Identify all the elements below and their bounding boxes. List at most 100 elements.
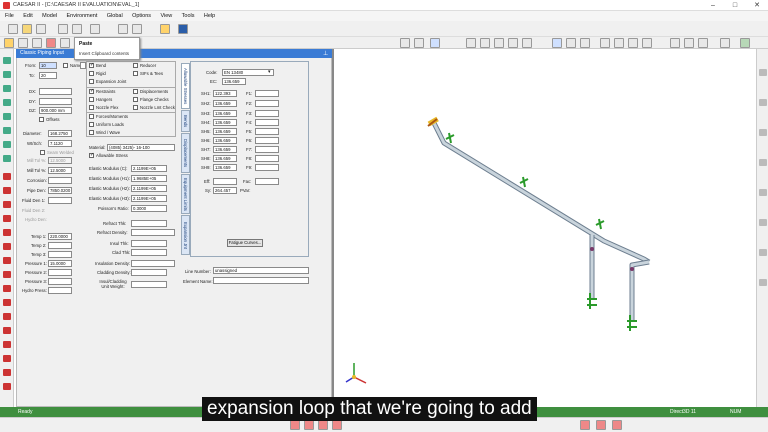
zoom-in-icon[interactable]	[466, 38, 476, 48]
forces-moments-checkbox[interactable]	[89, 114, 94, 119]
f3-input[interactable]	[255, 110, 279, 117]
restraint-marker[interactable]	[445, 132, 455, 144]
reducer-icon[interactable]	[3, 327, 11, 334]
rigid-icon[interactable]	[3, 383, 11, 390]
pipe-den-input[interactable]: 7850.0200	[48, 187, 72, 194]
node-marker[interactable]	[590, 247, 594, 251]
invert-icon[interactable]	[3, 113, 11, 120]
legend-icon[interactable]	[759, 99, 767, 106]
print-image-icon[interactable]	[596, 420, 606, 430]
expansion-joint-icon[interactable]	[3, 369, 11, 376]
fatigue-curves-button[interactable]: Fatigue Curves...	[227, 239, 263, 247]
duplicate-icon[interactable]	[3, 71, 11, 78]
valve-insert-icon[interactable]	[3, 355, 11, 362]
select-pointer-icon[interactable]	[552, 38, 562, 48]
material-select[interactable]: (4085) 3425)- 16-100	[107, 144, 175, 151]
f7-input[interactable]	[255, 146, 279, 153]
break-icon[interactable]	[4, 38, 14, 48]
menu-view[interactable]: View	[157, 11, 175, 21]
temp-2-input[interactable]	[48, 242, 72, 249]
copy-icon[interactable]	[58, 24, 68, 34]
fluid-den-1-input[interactable]	[48, 197, 72, 204]
sif-icon[interactable]	[3, 299, 11, 306]
wind-icon[interactable]	[3, 285, 11, 292]
menu-help[interactable]: Help	[201, 11, 218, 21]
close-button[interactable]: ✕	[746, 0, 768, 11]
seam-welded-checkbox[interactable]	[40, 150, 45, 155]
insul-cladding-weight-input[interactable]	[131, 281, 167, 288]
hangers-checkbox[interactable]	[89, 97, 94, 102]
menu-global[interactable]: Global	[104, 11, 126, 21]
ec-input[interactable]: 136.659	[222, 78, 246, 85]
temp-1-input[interactable]: 220.0000	[48, 233, 72, 240]
check-icon[interactable]	[46, 38, 56, 48]
options-icon[interactable]	[612, 420, 622, 430]
node-marker[interactable]	[630, 267, 634, 271]
zoom-window-icon[interactable]	[494, 38, 504, 48]
nozzle-lmt-check-checkbox[interactable]	[133, 105, 138, 110]
flange-icon[interactable]	[3, 313, 11, 320]
flange-checks-checkbox[interactable]	[133, 97, 138, 102]
sy-input[interactable]: 264.457	[213, 187, 237, 194]
tab-displacements[interactable]: Displacements	[181, 133, 190, 173]
move-icon[interactable]	[3, 57, 11, 64]
node-numbers-icon[interactable]	[759, 129, 767, 136]
batch-run-icon[interactable]	[160, 24, 170, 34]
valve-icon[interactable]	[18, 38, 28, 48]
limit-stop-icon[interactable]	[3, 201, 11, 208]
f2-input[interactable]	[255, 100, 279, 107]
menu-options[interactable]: Options	[129, 11, 154, 21]
f4-input[interactable]	[255, 119, 279, 126]
menu-environment[interactable]: Environment	[64, 11, 101, 21]
hydro-press-input[interactable]	[48, 287, 72, 294]
temp-3-input[interactable]	[48, 251, 72, 258]
list-icon[interactable]	[32, 38, 42, 48]
restraints-icon[interactable]	[759, 219, 767, 226]
top-view-icon[interactable]	[628, 38, 638, 48]
zoom-extents-icon[interactable]	[508, 38, 518, 48]
displacements-checkbox[interactable]	[133, 89, 138, 94]
anchor-icon[interactable]	[3, 173, 11, 180]
line-view-icon[interactable]	[670, 38, 680, 48]
element-name-input[interactable]	[213, 277, 309, 284]
eff-input[interactable]	[213, 178, 237, 185]
bend-icon[interactable]	[3, 341, 11, 348]
sh8-input[interactable]: 136.659	[213, 155, 237, 162]
f8-input[interactable]	[255, 155, 279, 162]
refract-thk-input[interactable]	[131, 220, 167, 227]
iso-view-icon[interactable]	[642, 38, 652, 48]
tab-allowable-stresses[interactable]: Allowable Stresses	[181, 63, 190, 109]
sh4-input[interactable]: 136.659	[213, 119, 237, 126]
to-input[interactable]: 20	[39, 72, 57, 79]
restraints-checkbox[interactable]	[89, 88, 94, 94]
elastic-h3-input[interactable]: 2.1199E+05	[131, 195, 167, 202]
shaded-view-icon[interactable]	[720, 38, 730, 48]
restraint-marker[interactable]	[519, 176, 529, 188]
rotate-icon[interactable]	[400, 38, 410, 48]
sh6-input[interactable]: 136.659	[213, 137, 237, 144]
pin-icon[interactable]: ⊥	[323, 50, 330, 57]
zoom-out-icon[interactable]	[480, 38, 490, 48]
wind-wave-checkbox[interactable]	[89, 130, 94, 135]
sh5-input[interactable]: 136.659	[213, 128, 237, 135]
save-icon[interactable]	[36, 24, 46, 34]
cladding-density-input[interactable]	[131, 269, 167, 276]
clad-thk-input[interactable]	[131, 249, 167, 256]
zoom-select-icon[interactable]	[522, 38, 532, 48]
pan-icon[interactable]	[414, 38, 424, 48]
code-select[interactable]: EN 13480	[222, 69, 274, 76]
elastic-h1-input[interactable]: 1.9685E+05	[131, 175, 167, 182]
filter-icon[interactable]	[332, 420, 342, 430]
rotate-element-icon[interactable]	[3, 141, 11, 148]
layer-icon[interactable]	[759, 69, 767, 76]
hanger-icon[interactable]	[3, 215, 11, 222]
f5-input[interactable]	[255, 128, 279, 135]
tab-equipment-limits[interactable]: Equipment Limits	[181, 174, 190, 214]
bend-checkbox[interactable]	[89, 62, 94, 68]
maximize-button[interactable]: □	[724, 0, 746, 11]
mill-tol-input[interactable]: 12.5000	[48, 157, 72, 164]
pan-view-icon[interactable]	[580, 38, 590, 48]
connect-icon[interactable]	[3, 155, 11, 162]
expansion-joint-checkbox[interactable]	[89, 79, 94, 84]
elastic-h2-input[interactable]: 2.1199E+05	[131, 185, 167, 192]
